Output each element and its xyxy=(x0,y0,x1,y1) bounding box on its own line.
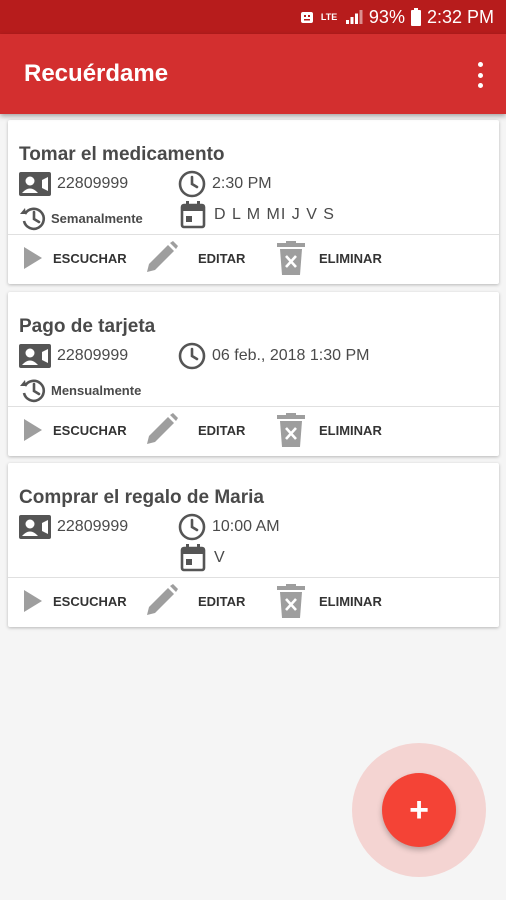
plus-icon: + xyxy=(409,790,429,829)
add-reminder-button[interactable]: + xyxy=(382,773,456,847)
battery-percent: 93% xyxy=(368,6,405,27)
phone-number: 22809999 xyxy=(57,518,129,535)
battery-icon xyxy=(410,8,421,26)
repeat-frequency: Mensualmente xyxy=(51,382,142,398)
reminder-time: 06 feb., 2018 1:30 PM xyxy=(178,342,369,370)
reminder-time: 2:30 PM xyxy=(178,170,272,198)
play-icon xyxy=(24,419,42,441)
overflow-menu-icon[interactable] xyxy=(472,60,488,90)
reminder-time-text: 2:30 PM xyxy=(212,175,272,192)
listen-button[interactable]: ESCUCHAR xyxy=(23,246,127,270)
reminder-repeat: Semanalmente xyxy=(19,204,143,232)
reminder-time: 10:00 AM xyxy=(178,513,280,541)
weekdays: V xyxy=(214,549,226,566)
trash-icon xyxy=(277,413,305,447)
edit-label: EDITAR xyxy=(198,422,246,438)
listen-label: ESCUCHAR xyxy=(53,593,127,609)
reminder-phone: 22809999 xyxy=(19,515,128,539)
reminder-time-text: 06 feb., 2018 1:30 PM xyxy=(212,347,370,364)
listen-label: ESCUCHAR xyxy=(53,250,127,266)
delete-button[interactable]: ELIMINAR xyxy=(277,241,382,275)
contact-card-icon xyxy=(19,344,51,368)
edit-label: EDITAR xyxy=(198,593,246,609)
listen-button[interactable]: ESCUCHAR xyxy=(23,418,127,442)
trash-icon xyxy=(277,241,305,275)
divider xyxy=(8,406,499,407)
history-icon xyxy=(20,379,45,403)
delete-label: ELIMINAR xyxy=(319,422,382,438)
contact-card-icon xyxy=(19,515,51,539)
reminder-days: V xyxy=(180,544,226,572)
divider xyxy=(8,234,499,235)
edit-label: EDITAR xyxy=(198,250,246,266)
calendar-icon xyxy=(180,544,206,572)
reminder-card: Pago de tarjeta 22809999 06 feb., 2018 1… xyxy=(8,292,499,456)
lte-indicator: LTE xyxy=(320,11,338,22)
delete-button[interactable]: ELIMINAR xyxy=(277,584,382,618)
pencil-icon xyxy=(147,413,178,444)
pencil-icon xyxy=(147,584,178,615)
clock-icon xyxy=(178,170,206,198)
contact-card-icon xyxy=(19,172,51,196)
reminder-card: Tomar el medicamento 22809999 2:30 PM Se… xyxy=(8,120,499,284)
reminder-title: Comprar el regalo de Maria xyxy=(19,487,264,508)
app-bar: Recuérdame xyxy=(0,34,506,114)
signal-icon xyxy=(345,9,363,25)
play-icon xyxy=(24,590,42,612)
reminder-phone: 22809999 xyxy=(19,344,128,368)
edit-button[interactable]: EDITAR xyxy=(144,413,245,447)
status-bar: LTE 93% 2:32 PM xyxy=(0,0,506,34)
reminder-time-text: 10:00 AM xyxy=(212,518,280,535)
calendar-icon xyxy=(180,201,206,229)
reminder-card: Comprar el regalo de Maria 22809999 10:0… xyxy=(8,463,499,627)
repeat-frequency: Semanalmente xyxy=(51,210,143,226)
listen-label: ESCUCHAR xyxy=(53,422,127,438)
weekdays: D L M MI J V S xyxy=(214,206,335,223)
phone-number: 22809999 xyxy=(57,347,129,364)
reminder-title: Pago de tarjeta xyxy=(19,316,156,337)
trash-icon xyxy=(277,584,305,618)
clock-icon xyxy=(178,513,206,541)
phone-number: 22809999 xyxy=(57,175,129,192)
pencil-icon xyxy=(147,241,178,272)
reminder-phone: 22809999 xyxy=(19,172,128,196)
delete-button[interactable]: ELIMINAR xyxy=(277,413,382,447)
edit-button[interactable]: EDITAR xyxy=(144,241,245,275)
reminder-repeat: Mensualmente xyxy=(19,376,141,404)
clock-icon xyxy=(178,342,206,370)
divider xyxy=(8,577,499,578)
status-time: 2:32 PM xyxy=(426,6,494,27)
play-icon xyxy=(24,247,42,269)
delete-label: ELIMINAR xyxy=(319,250,382,266)
reminder-title: Tomar el medicamento xyxy=(19,144,225,165)
edit-button[interactable]: EDITAR xyxy=(144,584,245,618)
history-icon xyxy=(20,207,45,231)
app-title: Recuérdame xyxy=(24,60,169,87)
reminder-days: D L M MI J V S xyxy=(180,201,335,229)
delete-label: ELIMINAR xyxy=(319,593,382,609)
notification-icon xyxy=(299,9,315,25)
listen-button[interactable]: ESCUCHAR xyxy=(23,589,127,613)
